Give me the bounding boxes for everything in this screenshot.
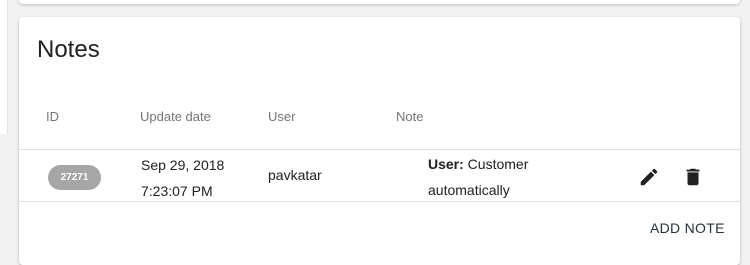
trash-icon [686,168,700,186]
header-divider [19,149,740,150]
previous-card-bottom [19,0,740,4]
pencil-icon [640,168,658,186]
note-text-2: automatically [428,182,510,198]
row-divider [19,201,740,202]
delete-note-button[interactable] [679,163,707,191]
left-panel-edge [0,0,8,134]
note-user-label: User: [428,156,464,172]
card-title: Notes [37,36,100,63]
edit-note-button[interactable] [635,163,663,191]
add-note-button[interactable]: ADD NOTE [650,220,725,236]
column-header-update-date: Update date [140,109,211,124]
id-chip: 27271 [48,165,101,190]
column-header-user: User [268,109,296,124]
notes-card: Notes ID Update date User Note 27271 Sep… [19,17,740,265]
user-cell: pavkatar [268,167,322,183]
note-line-1: User: Customer [428,151,548,177]
update-date-cell: Sep 29, 2018 7:23:07 PM [141,152,224,204]
column-header-id: ID [46,109,59,124]
column-header-note: Note [396,109,424,124]
note-text-1: Customer [463,156,529,172]
note-cell: User: Customer automatically [428,151,548,203]
update-date: Sep 29, 2018 [141,157,225,173]
